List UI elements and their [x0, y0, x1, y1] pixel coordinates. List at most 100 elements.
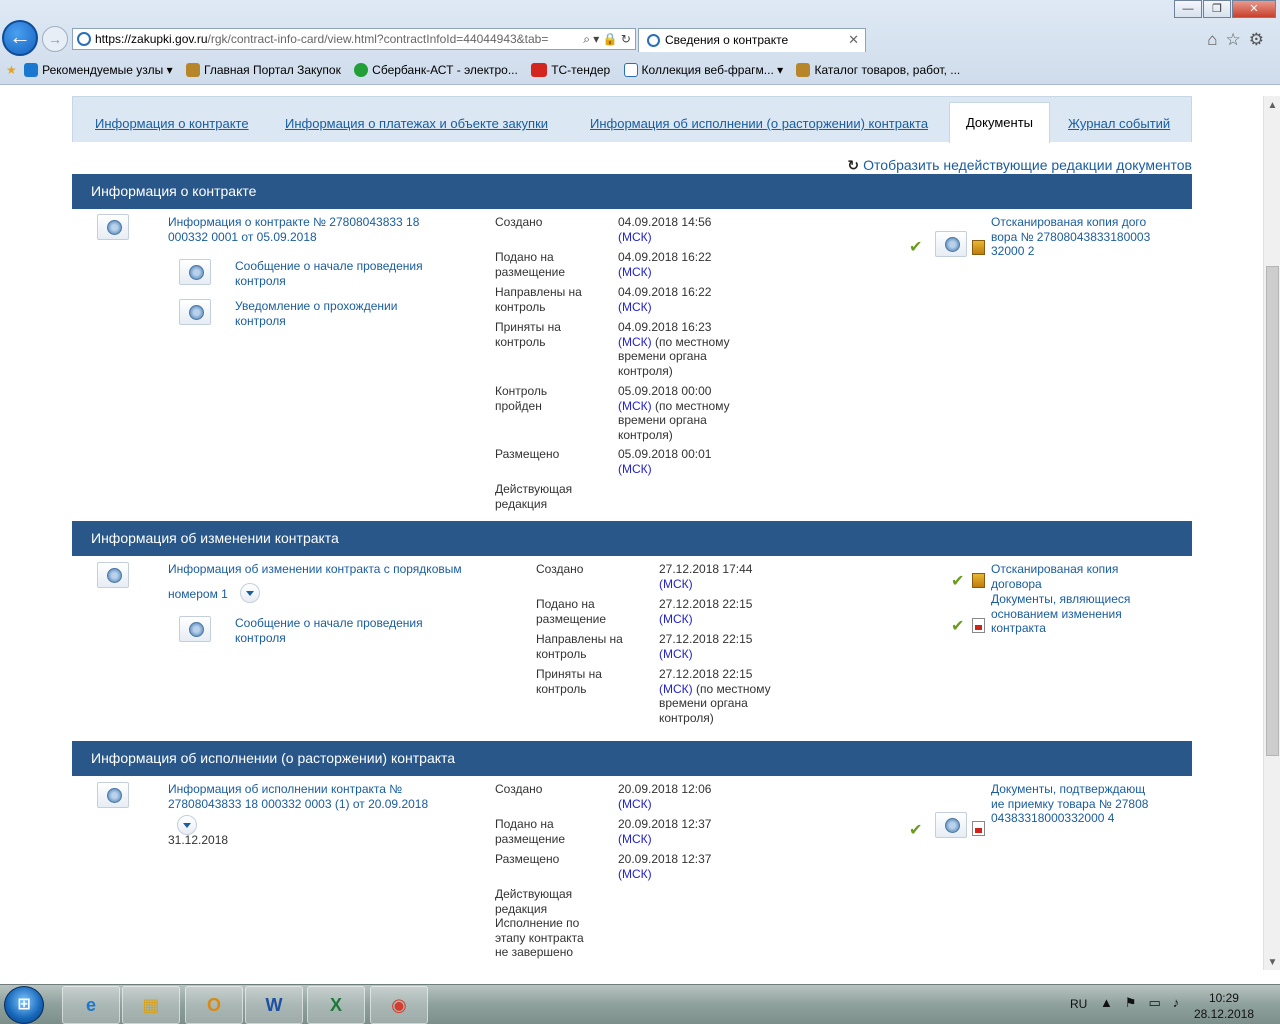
row-value: 04.09.2018 16:22 (МСК)	[618, 285, 712, 314]
webslice-icon	[623, 63, 638, 77]
row-value: 27.12.2018 17:44 (МСК)	[659, 562, 753, 591]
page-scrollbar[interactable]: ▲ ▼	[1263, 96, 1280, 970]
scan-doc-icon	[972, 573, 985, 588]
row-value: 27.12.2018 22:15 (МСК) (по местному време…	[659, 667, 771, 725]
row-label: Подано на размещение	[536, 597, 607, 626]
row-value: 05.09.2018 00:00 (МСК) (по местному време…	[618, 384, 730, 442]
row-label: Направлены на контроль	[536, 632, 623, 661]
row-value: 05.09.2018 00:01 (МСК)	[618, 447, 712, 476]
check-icon: ✔	[909, 822, 923, 839]
change-doc-link[interactable]: Информация об изменении контракта с поря…	[168, 562, 478, 577]
restore-button[interactable]: ❐	[1203, 0, 1231, 18]
scroll-up-icon[interactable]: ▲	[1264, 100, 1280, 111]
contract-tabs: Информация о контракте Информация о плат…	[72, 96, 1192, 143]
pdf-icon	[972, 618, 985, 633]
row-value: 04.09.2018 16:22 (МСК)	[618, 250, 712, 279]
close-button[interactable]: ✕	[1232, 0, 1276, 18]
signature-icon[interactable]	[97, 782, 129, 808]
tab-title: Сведения о контракте	[665, 33, 789, 47]
control-start-link[interactable]: Сообщение о начале проведения контроля	[235, 259, 435, 288]
taskbar-excel-icon[interactable]: X	[307, 986, 365, 1024]
contract-doc-link[interactable]: Информация о контракте № 27808043833 18 …	[168, 215, 438, 244]
signature-icon[interactable]	[179, 299, 211, 325]
change-doc-link-num[interactable]: номером 1	[168, 587, 248, 602]
expand-chevron-icon[interactable]	[177, 815, 197, 835]
expand-chevron-icon[interactable]	[240, 583, 260, 603]
site-icon	[77, 32, 91, 46]
row-label: Размещено	[495, 447, 560, 461]
status-text: Действующая редакция Исполнение по этапу…	[495, 887, 584, 959]
favorite-item[interactable]: Коллекция веб-фрагм... ▾	[623, 63, 783, 77]
scan-doc-icon	[972, 240, 985, 255]
favorite-item[interactable]: Каталог товаров, работ, ...	[796, 63, 960, 77]
control-pass-link[interactable]: Уведомление о прохождении контроля	[235, 299, 415, 328]
taskbar-outlook-icon[interactable]: O	[185, 986, 243, 1024]
tray-icons[interactable]: ▲⚑▭♪	[1100, 995, 1191, 1011]
address-bar[interactable]: https://zakupki.gov.ru/rgk/contract-info…	[72, 28, 636, 50]
check-icon: ✔	[951, 618, 965, 635]
tab-favicon-icon	[647, 34, 660, 47]
scanned-copy-link[interactable]: Отсканированая копия договора	[991, 562, 1151, 591]
section-header-contract-info: Информация о контракте	[72, 174, 1192, 209]
clock[interactable]: 10:29 28.12.2018	[1194, 990, 1254, 1022]
scroll-down-icon[interactable]: ▼	[1264, 957, 1280, 968]
acceptance-docs-link[interactable]: Документы, подтверждающие приемку товара…	[991, 782, 1151, 826]
check-icon: ✔	[951, 573, 965, 590]
emblem-icon	[796, 63, 811, 77]
language-indicator[interactable]: RU	[1070, 997, 1087, 1011]
favorites-star-icon[interactable]: ★	[6, 63, 17, 77]
taskbar-ie-icon[interactable]: e	[62, 986, 120, 1024]
signature-icon[interactable]	[179, 616, 211, 642]
browser-tab[interactable]: Сведения о контракте ✕	[638, 28, 866, 52]
signature-icon[interactable]	[935, 812, 967, 838]
taskbar-chrome-icon[interactable]: ◉	[370, 986, 428, 1024]
taskbar: ⊞ e ▦ O W X ◉ RU ▲⚑▭♪ 10:29 28.12.2018	[0, 984, 1280, 1024]
row-value: 27.12.2018 22:15 (МСК)	[659, 632, 753, 661]
favorite-item[interactable]: Сбербанк-АСТ - электро...	[354, 63, 518, 77]
start-button[interactable]: ⊞	[4, 986, 44, 1024]
pdf-icon	[972, 821, 985, 836]
signature-icon[interactable]	[179, 259, 211, 285]
tab-payments[interactable]: Информация о платежах и объекте закупки	[285, 116, 548, 131]
browser-tools-icons[interactable]: ⌂☆⚙	[1207, 30, 1272, 50]
taskbar-word-icon[interactable]: W	[245, 986, 303, 1024]
url-path: /rgk/contract-info-card/view.html?contra…	[207, 32, 549, 46]
row-label: Подано на размещение	[495, 817, 566, 846]
favorites-bar: ★ Рекомендуемые узлы ▾ Главная Портал За…	[0, 58, 1280, 82]
window-controls: — ❐ ✕	[1173, 0, 1276, 18]
favorite-item[interactable]: ТС-тендер	[531, 63, 610, 77]
check-icon: ✔	[909, 239, 923, 256]
tab-contract-info[interactable]: Информация о контракте	[95, 116, 249, 131]
bing-icon	[24, 63, 39, 77]
tab-documents[interactable]: Документы	[949, 102, 1050, 143]
tab-event-log[interactable]: Журнал событий	[1068, 116, 1170, 131]
browser-chrome: ← → https://zakupki.gov.ru/rgk/contract-…	[0, 0, 1280, 85]
signature-icon[interactable]	[97, 562, 129, 588]
row-label: Приняты на контроль	[495, 320, 561, 349]
tab-close-icon[interactable]: ✕	[848, 29, 859, 51]
url-host: https://zakupki.gov.ru	[95, 32, 208, 46]
favorite-item[interactable]: Рекомендуемые узлы ▾	[24, 63, 173, 77]
row-value: 04.09.2018 16:23 (МСК) (по местному време…	[618, 320, 730, 378]
row-label: Подано на размещение	[495, 250, 566, 279]
address-tools-icon[interactable]: ⌕ ▾ 🔒 ↻	[583, 29, 631, 49]
row-label: Приняты на контроль	[536, 667, 602, 696]
emblem-icon	[186, 63, 200, 77]
favorite-item[interactable]: Главная Портал Закупок	[186, 63, 341, 77]
change-basis-docs-link[interactable]: Документы, являющиеся основанием изменен…	[991, 592, 1151, 636]
row-value: 20.09.2018 12:37 (МСК)	[618, 817, 712, 846]
execution-doc-link[interactable]: Информация об исполнении контракта № 278…	[168, 782, 448, 811]
taskbar-explorer-icon[interactable]: ▦	[122, 986, 180, 1024]
show-revisions-link[interactable]: ↻ Отобразить недействующие редакции докум…	[847, 157, 1192, 174]
tab-execution[interactable]: Информация об исполнении (о расторжении)…	[590, 116, 928, 131]
row-value: 04.09.2018 14:56 (МСК)	[618, 215, 712, 244]
forward-button[interactable]: →	[42, 26, 68, 52]
minimize-button[interactable]: —	[1174, 0, 1202, 18]
scrollbar-thumb[interactable]	[1266, 266, 1279, 756]
control-start-link[interactable]: Сообщение о начале проведения контроля	[235, 616, 435, 645]
signature-icon[interactable]	[935, 231, 967, 257]
row-label: Создано	[495, 215, 543, 229]
scanned-copy-link[interactable]: Отсканированая копия договора № 27808043…	[991, 215, 1151, 259]
signature-icon[interactable]	[97, 214, 129, 240]
back-button[interactable]: ←	[2, 20, 38, 56]
